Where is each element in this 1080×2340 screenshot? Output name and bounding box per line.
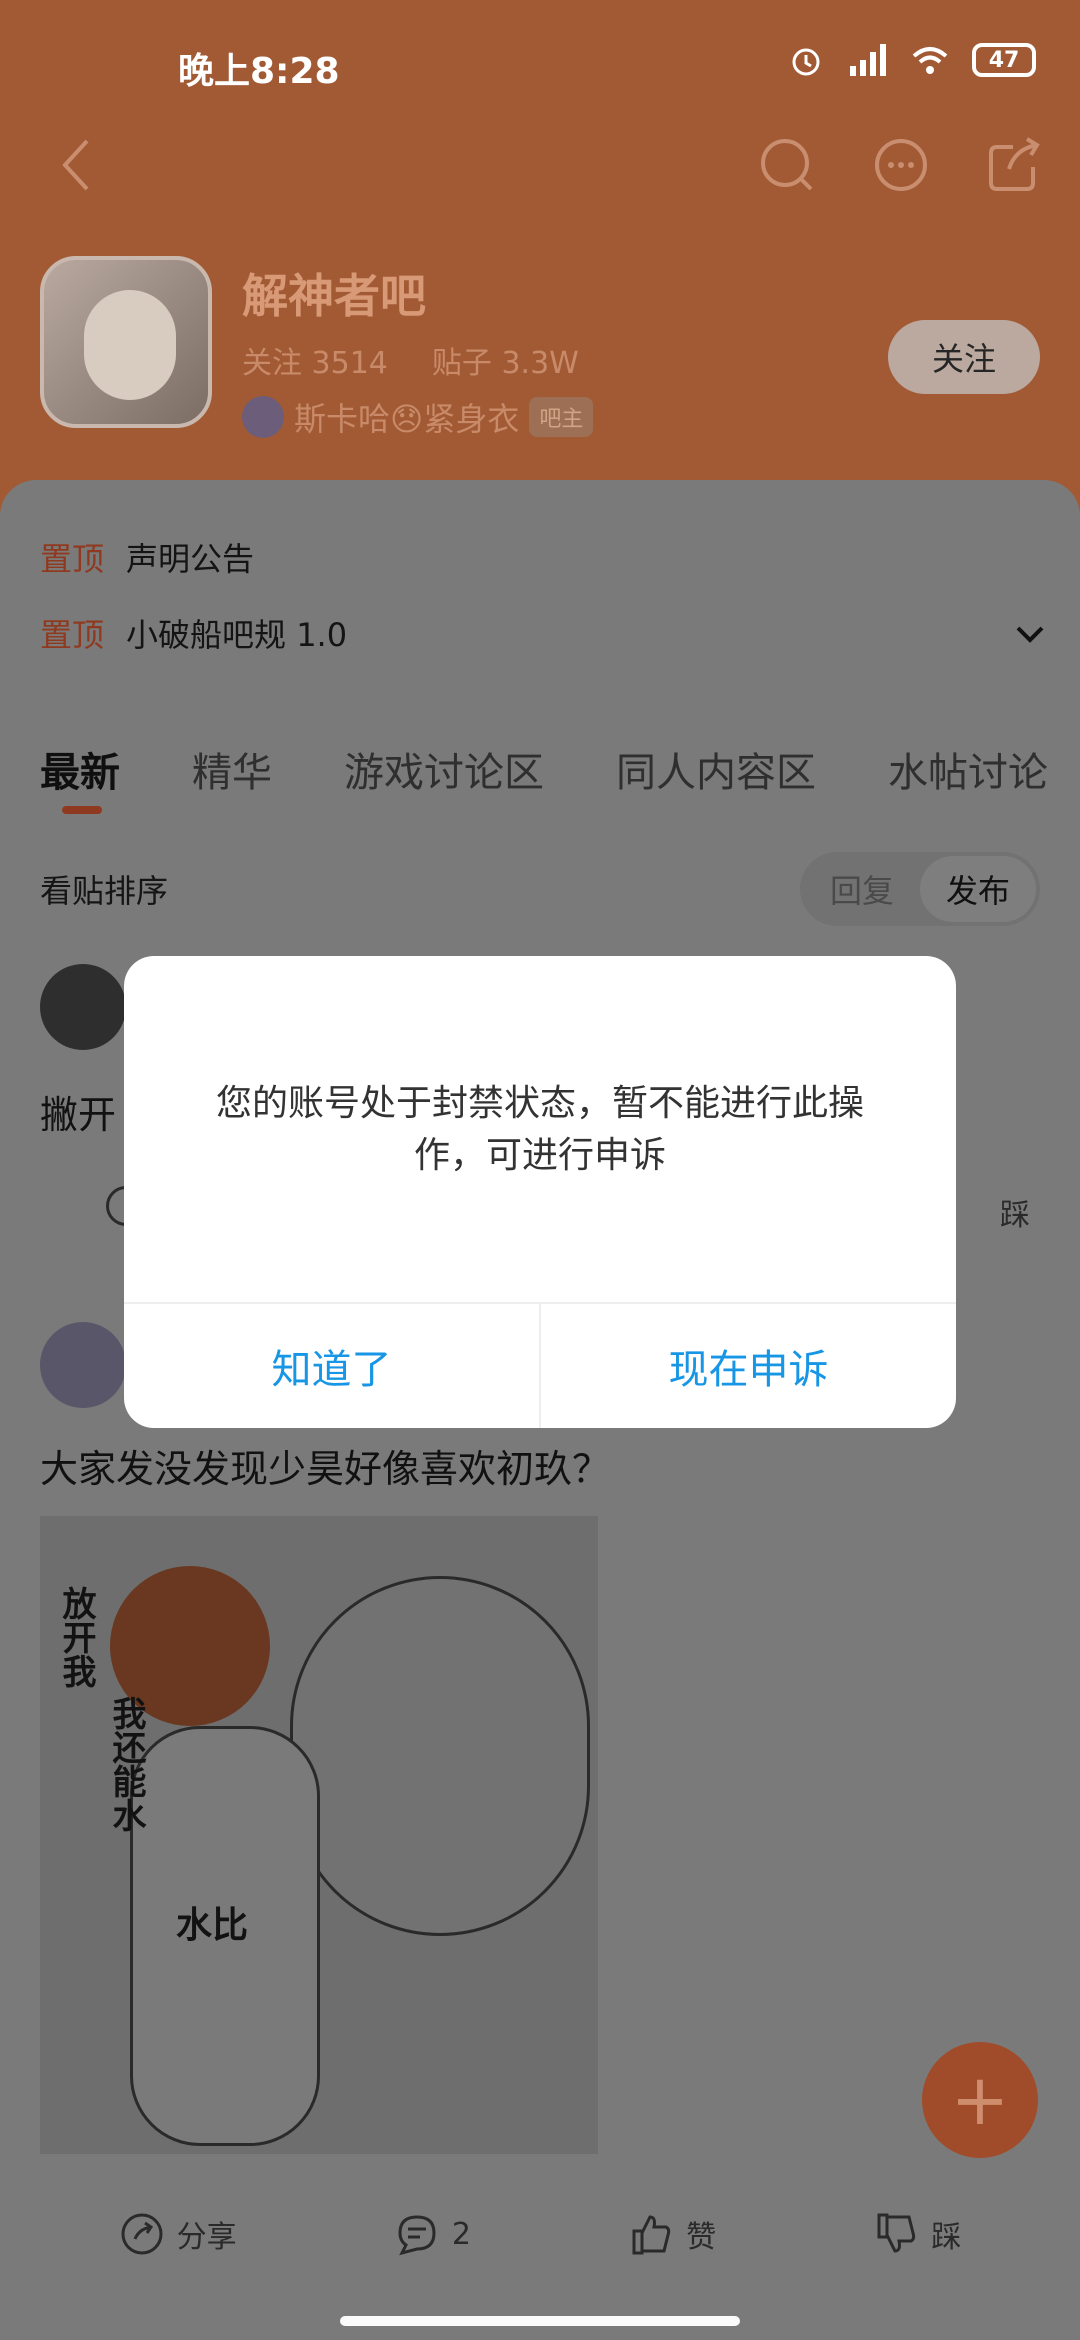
forum-stats: 关注 3514 贴子 3.3W [242,338,579,382]
forum-avatar[interactable] [40,256,212,428]
chevron-down-icon[interactable] [1010,614,1050,654]
chat-icon[interactable] [866,130,936,200]
post-image[interactable]: 放开我 我还能水 水比 [40,1516,598,2154]
avatar[interactable] [40,1322,126,1408]
tab-fan-content[interactable]: 同人内容区 [616,740,816,820]
status-bar: 晚上8:28 47 [0,30,1080,100]
category-tabs: 最新 精华 游戏讨论区 同人内容区 水帖讨论 [40,740,1080,820]
image-text: 水比 [176,1905,249,1946]
search-icon[interactable] [752,130,822,200]
pin-text: 声明公告 [126,540,255,578]
pin-tag: 置顶 [40,540,105,578]
dislike-button[interactable]: 踩 [873,2211,961,2257]
post-count: 3.3W [501,346,579,381]
acknowledge-button[interactable]: 知道了 [124,1304,539,1428]
pinned-item[interactable]: 置顶 声明公告 [40,532,254,582]
comment-button[interactable]: 2 [394,2211,471,2257]
back-icon[interactable] [42,130,112,200]
dislike-label[interactable]: 踩 [1000,1190,1030,1234]
comment-count: 2 [451,2216,471,2252]
thumbs-up-icon [632,2215,671,2255]
owner-badge: 吧主 [529,397,594,437]
tab-casual[interactable]: 水帖讨论 [888,740,1048,820]
share-button[interactable]: 分享 [119,2211,237,2257]
forum-title: 解神者吧 [242,269,426,323]
forum-page: 晚上8:28 47 解神者吧 关注 3514 贴子 3.3W 斯卡哈😞紧身衣 吧… [0,0,1080,2340]
follow-count: 3514 [311,346,388,381]
top-navbar [0,130,1080,210]
post-title[interactable]: 撇开 [40,1084,116,1139]
image-text: 放开我 [56,1586,96,1688]
tab-game-discussion[interactable]: 游戏讨论区 [344,740,544,820]
sort-row: 看贴排序 回复 发布 [40,852,1040,926]
owner-name: 斯卡哈😞紧身衣 [294,400,520,438]
sort-by-publish[interactable]: 发布 [920,856,1036,922]
thumbs-down-icon [877,2213,916,2253]
wifi-icon [910,40,950,80]
avatar[interactable] [40,964,126,1050]
ban-dialog: 您的账号处于封禁状态，暂不能进行此操作，可进行申诉 知道了 现在申诉 [124,956,956,1428]
pinned-item[interactable]: 置顶 小破船吧规 1.0 [40,608,347,658]
plus-icon: + [950,2059,1010,2141]
sort-by-reply[interactable]: 回复 [804,856,920,922]
pin-text: 小破船吧规 1.0 [126,616,348,654]
share-icon [121,2213,163,2255]
sort-toggle: 回复 发布 [800,852,1040,926]
share-icon[interactable] [980,130,1050,200]
forum-owner[interactable]: 斯卡哈😞紧身衣 吧主 [242,394,594,440]
signal-icon [848,40,888,80]
dislike-label: 踩 [931,2220,962,2255]
share-label: 分享 [176,2220,237,2255]
status-time: 晚上8:28 [178,51,340,92]
like-label: 赞 [686,2220,717,2255]
dialog-message: 您的账号处于封禁状态，暂不能进行此操作，可进行申诉 [215,1083,864,1176]
home-indicator[interactable] [340,2316,740,2326]
like-button[interactable]: 赞 [628,2211,716,2257]
battery-icon: 47 [972,43,1036,77]
owner-avatar [242,396,284,438]
create-post-button[interactable]: + [922,2042,1038,2158]
post-actions: 分享 2 赞 踩 [40,2204,1040,2264]
post-count-label: 贴子 [431,346,492,381]
appeal-button[interactable]: 现在申诉 [541,1304,956,1428]
status-icons: 47 [786,40,1036,80]
follow-button[interactable]: 关注 [888,320,1040,394]
alarm-icon [786,40,826,80]
tab-featured[interactable]: 精华 [192,740,272,820]
follow-count-label: 关注 [242,346,302,381]
forum-header: 晚上8:28 47 解神者吧 关注 3514 贴子 3.3W 斯卡哈😞紧身衣 吧… [0,0,1080,520]
post-title[interactable]: 大家发没发现少昊好像喜欢初玖？ [40,1438,610,1493]
sort-label: 看贴排序 [40,872,169,910]
pin-tag: 置顶 [40,616,105,654]
image-text: 我还能水 [106,1696,146,1832]
comment-icon [398,2215,436,2256]
tab-latest[interactable]: 最新 [40,740,120,820]
